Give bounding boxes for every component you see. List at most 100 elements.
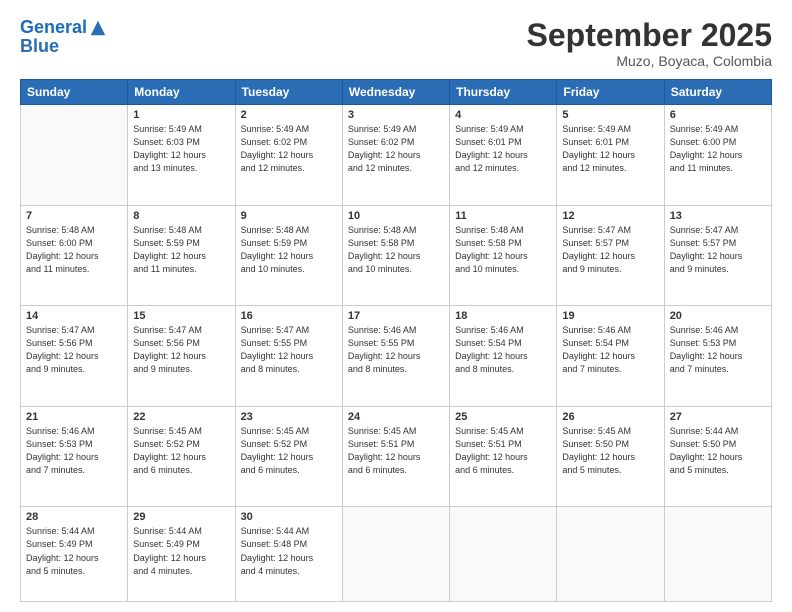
calendar-cell: 6 Sunrise: 5:49 AM Sunset: 6:00 PM Daylig… xyxy=(664,105,771,206)
day-info: Sunrise: 5:46 AM Sunset: 5:53 PM Dayligh… xyxy=(670,324,766,376)
day-number: 3 xyxy=(348,109,444,121)
day-info: Sunrise: 5:47 AM Sunset: 5:55 PM Dayligh… xyxy=(241,324,337,376)
day-info: Sunrise: 5:46 AM Sunset: 5:55 PM Dayligh… xyxy=(348,324,444,376)
calendar-cell: 9 Sunrise: 5:48 AM Sunset: 5:59 PM Daylig… xyxy=(235,205,342,306)
day-info: Sunrise: 5:44 AM Sunset: 5:50 PM Dayligh… xyxy=(670,425,766,477)
day-info: Sunrise: 5:49 AM Sunset: 6:00 PM Dayligh… xyxy=(670,123,766,175)
weekday-header: Tuesday xyxy=(235,80,342,105)
day-info: Sunrise: 5:47 AM Sunset: 5:57 PM Dayligh… xyxy=(562,224,658,276)
calendar-cell: 27Sunrise: 5:44 AM Sunset: 5:50 PM Dayli… xyxy=(664,406,771,507)
day-info: Sunrise: 5:48 AM Sunset: 5:58 PM Dayligh… xyxy=(455,224,551,276)
day-number: 1 xyxy=(133,109,229,121)
calendar-cell: 29 Sunrise: 5:44 AM Sunset: 5:49 PM Dayli… xyxy=(128,507,235,602)
day-info: Sunrise: 5:47 AM Sunset: 5:57 PM Dayligh… xyxy=(670,224,766,276)
calendar-cell: 21Sunrise: 5:46 AM Sunset: 5:53 PM Dayli… xyxy=(21,406,128,507)
header: General Blue September 2025 Muzo, Boyaca… xyxy=(20,18,772,69)
day-info: Sunrise: 5:49 AM Sunset: 6:02 PM Dayligh… xyxy=(241,123,337,175)
calendar-cell: 26Sunrise: 5:45 AM Sunset: 5:50 PM Dayli… xyxy=(557,406,664,507)
day-info: Sunrise: 5:45 AM Sunset: 5:51 PM Dayligh… xyxy=(348,425,444,477)
calendar-week-row: 14 Sunrise: 5:47 AM Sunset: 5:56 PM Dayli… xyxy=(21,306,772,407)
logo-text: General xyxy=(20,18,87,38)
calendar-cell: 18Sunrise: 5:46 AM Sunset: 5:54 PM Dayli… xyxy=(450,306,557,407)
day-number: 29 xyxy=(133,511,229,523)
weekday-header: Friday xyxy=(557,80,664,105)
day-number: 11 xyxy=(455,210,551,222)
calendar-cell xyxy=(664,507,771,602)
day-number: 4 xyxy=(455,109,551,121)
day-info: Sunrise: 5:45 AM Sunset: 5:52 PM Dayligh… xyxy=(133,425,229,477)
day-number: 5 xyxy=(562,109,658,121)
calendar-cell: 17Sunrise: 5:46 AM Sunset: 5:55 PM Dayli… xyxy=(342,306,449,407)
calendar-week-row: 7 Sunrise: 5:48 AM Sunset: 6:00 PM Daylig… xyxy=(21,205,772,306)
day-number: 2 xyxy=(241,109,337,121)
day-info: Sunrise: 5:45 AM Sunset: 5:50 PM Dayligh… xyxy=(562,425,658,477)
day-info: Sunrise: 5:49 AM Sunset: 6:02 PM Dayligh… xyxy=(348,123,444,175)
calendar-cell: 16 Sunrise: 5:47 AM Sunset: 5:55 PM Dayli… xyxy=(235,306,342,407)
location-subtitle: Muzo, Boyaca, Colombia xyxy=(527,53,772,69)
day-info: Sunrise: 5:48 AM Sunset: 5:59 PM Dayligh… xyxy=(241,224,337,276)
calendar-cell: 20Sunrise: 5:46 AM Sunset: 5:53 PM Dayli… xyxy=(664,306,771,407)
day-number: 15 xyxy=(133,310,229,322)
calendar-cell: 30 Sunrise: 5:44 AM Sunset: 5:48 PM Dayli… xyxy=(235,507,342,602)
day-number: 28 xyxy=(26,511,122,523)
day-info: Sunrise: 5:49 AM Sunset: 6:01 PM Dayligh… xyxy=(455,123,551,175)
day-info: Sunrise: 5:45 AM Sunset: 5:51 PM Dayligh… xyxy=(455,425,551,477)
day-info: Sunrise: 5:44 AM Sunset: 5:48 PM Dayligh… xyxy=(241,525,337,577)
calendar-week-row: 21Sunrise: 5:46 AM Sunset: 5:53 PM Dayli… xyxy=(21,406,772,507)
day-info: Sunrise: 5:46 AM Sunset: 5:53 PM Dayligh… xyxy=(26,425,122,477)
month-title: September 2025 xyxy=(527,18,772,53)
day-number: 23 xyxy=(241,411,337,423)
day-number: 6 xyxy=(670,109,766,121)
day-number: 19 xyxy=(562,310,658,322)
day-number: 22 xyxy=(133,411,229,423)
day-info: Sunrise: 5:47 AM Sunset: 5:56 PM Dayligh… xyxy=(26,324,122,376)
calendar-cell: 19 Sunrise: 5:46 AM Sunset: 5:54 PM Dayli… xyxy=(557,306,664,407)
calendar-cell: 5 Sunrise: 5:49 AM Sunset: 6:01 PM Daylig… xyxy=(557,105,664,206)
calendar-cell: 2 Sunrise: 5:49 AM Sunset: 6:02 PM Daylig… xyxy=(235,105,342,206)
calendar-cell: 22 Sunrise: 5:45 AM Sunset: 5:52 PM Dayli… xyxy=(128,406,235,507)
day-info: Sunrise: 5:49 AM Sunset: 6:01 PM Dayligh… xyxy=(562,123,658,175)
calendar-cell xyxy=(342,507,449,602)
calendar-cell: 28 Sunrise: 5:44 AM Sunset: 5:49 PM Dayli… xyxy=(21,507,128,602)
day-info: Sunrise: 5:46 AM Sunset: 5:54 PM Dayligh… xyxy=(562,324,658,376)
day-number: 12 xyxy=(562,210,658,222)
day-number: 24 xyxy=(348,411,444,423)
title-block: September 2025 Muzo, Boyaca, Colombia xyxy=(527,18,772,69)
calendar-cell: 13 Sunrise: 5:47 AM Sunset: 5:57 PM Dayli… xyxy=(664,205,771,306)
calendar-cell xyxy=(21,105,128,206)
weekday-header: Sunday xyxy=(21,80,128,105)
calendar-page: General Blue September 2025 Muzo, Boyaca… xyxy=(0,0,792,612)
day-info: Sunrise: 5:44 AM Sunset: 5:49 PM Dayligh… xyxy=(133,525,229,577)
day-info: Sunrise: 5:44 AM Sunset: 5:49 PM Dayligh… xyxy=(26,525,122,577)
day-info: Sunrise: 5:49 AM Sunset: 6:03 PM Dayligh… xyxy=(133,123,229,175)
logo-icon xyxy=(89,19,107,37)
day-info: Sunrise: 5:48 AM Sunset: 5:58 PM Dayligh… xyxy=(348,224,444,276)
calendar-cell: 15 Sunrise: 5:47 AM Sunset: 5:56 PM Dayli… xyxy=(128,306,235,407)
day-number: 13 xyxy=(670,210,766,222)
weekday-header: Wednesday xyxy=(342,80,449,105)
calendar-cell: 10Sunrise: 5:48 AM Sunset: 5:58 PM Dayli… xyxy=(342,205,449,306)
day-number: 30 xyxy=(241,511,337,523)
day-number: 7 xyxy=(26,210,122,222)
day-info: Sunrise: 5:47 AM Sunset: 5:56 PM Dayligh… xyxy=(133,324,229,376)
day-number: 25 xyxy=(455,411,551,423)
calendar-cell: 4 Sunrise: 5:49 AM Sunset: 6:01 PM Daylig… xyxy=(450,105,557,206)
day-number: 14 xyxy=(26,310,122,322)
calendar-table: SundayMondayTuesdayWednesdayThursdayFrid… xyxy=(20,79,772,602)
day-number: 8 xyxy=(133,210,229,222)
calendar-cell: 25 Sunrise: 5:45 AM Sunset: 5:51 PM Dayli… xyxy=(450,406,557,507)
day-info: Sunrise: 5:48 AM Sunset: 6:00 PM Dayligh… xyxy=(26,224,122,276)
logo-blue: Blue xyxy=(20,36,107,57)
calendar-cell xyxy=(557,507,664,602)
calendar-cell: 11 Sunrise: 5:48 AM Sunset: 5:58 PM Dayli… xyxy=(450,205,557,306)
calendar-cell: 8Sunrise: 5:48 AM Sunset: 5:59 PM Daylig… xyxy=(128,205,235,306)
day-info: Sunrise: 5:46 AM Sunset: 5:54 PM Dayligh… xyxy=(455,324,551,376)
weekday-header: Thursday xyxy=(450,80,557,105)
weekday-header-row: SundayMondayTuesdayWednesdayThursdayFrid… xyxy=(21,80,772,105)
calendar-week-row: 1 Sunrise: 5:49 AM Sunset: 6:03 PM Daylig… xyxy=(21,105,772,206)
day-number: 9 xyxy=(241,210,337,222)
calendar-cell: 7 Sunrise: 5:48 AM Sunset: 6:00 PM Daylig… xyxy=(21,205,128,306)
day-number: 16 xyxy=(241,310,337,322)
weekday-header: Saturday xyxy=(664,80,771,105)
logo: General Blue xyxy=(20,18,107,57)
